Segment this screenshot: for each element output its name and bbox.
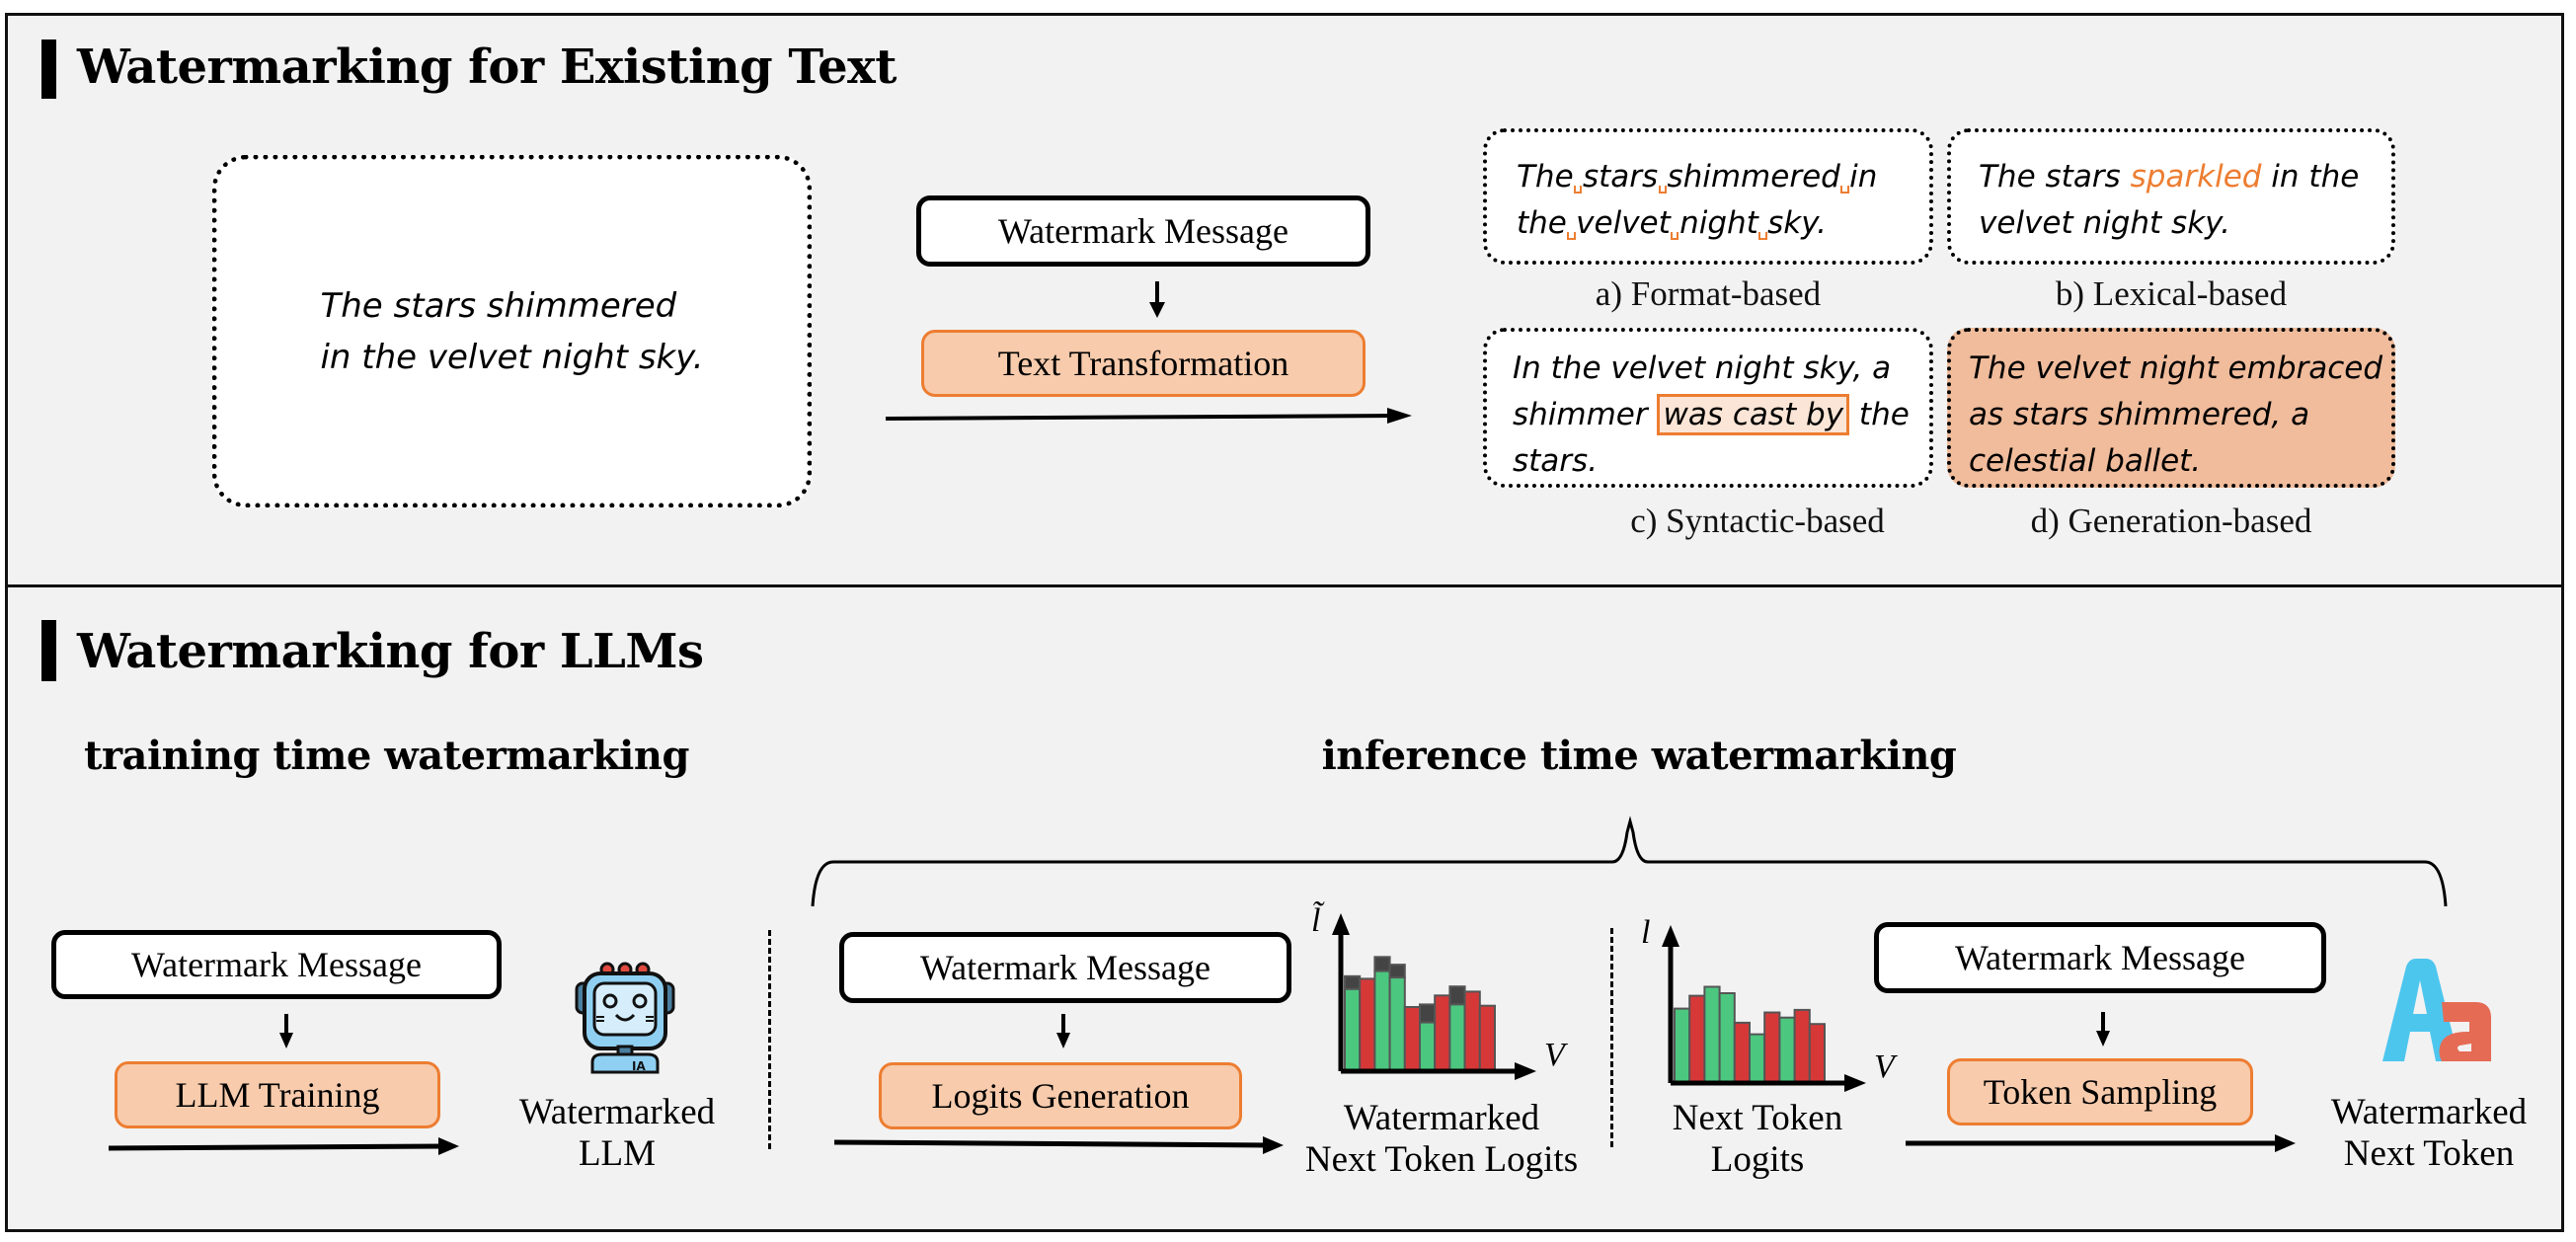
output-label-line: LLM	[578, 1133, 657, 1174]
logit-bar	[1434, 994, 1451, 1072]
curly-brace	[811, 815, 2448, 907]
logit-bias-cap	[1344, 974, 1362, 990]
logit-bar	[1419, 1021, 1437, 1072]
output-label-line: Next Token Logits	[1304, 1139, 1579, 1180]
logit-bar	[1688, 994, 1706, 1084]
logits-generation-box: Logits Generation	[879, 1062, 1242, 1129]
logit-bar	[1373, 970, 1391, 1072]
watermarked-logits-chart: l̃V	[1311, 900, 1569, 1080]
watermarked-logits-label: Watermarked Next Token Logits	[1274, 1098, 1609, 1181]
down-arrow-icon	[1056, 1014, 1070, 1048]
logit-bar	[1403, 1006, 1422, 1072]
logit-bar	[1388, 976, 1406, 1072]
y-axis-label: l	[1641, 914, 1650, 951]
logit-bias-cap	[1373, 956, 1391, 972]
logit-bar	[1359, 977, 1376, 1072]
right-arrow-icon	[833, 1136, 1284, 1154]
next-token-logits-label: Next Token Logits	[1619, 1098, 1896, 1181]
training-watermark-message-box: Watermark Message	[51, 930, 502, 999]
logit-bar	[1808, 1023, 1827, 1084]
logit-bar	[1448, 1003, 1466, 1072]
svg-text:IA: IA	[632, 1059, 646, 1073]
output-label-line: Next Token	[2343, 1133, 2515, 1174]
x-axis-label: V	[1544, 1037, 1569, 1073]
x-axis-label: V	[1874, 1048, 1899, 1085]
logit-bar	[1749, 1033, 1766, 1085]
watermarked-next-token-label: Watermarked Next Token	[2301, 1092, 2557, 1175]
right-arrow-icon	[1906, 1134, 2296, 1152]
sampling-watermark-message-box: Watermark Message	[1874, 922, 2326, 993]
diagram-lines	[108, 815, 2448, 1155]
y-axis-arrow-icon	[1332, 913, 1350, 935]
output-label-line: Watermarked	[1343, 1098, 1540, 1138]
next-token-logits-chart: lV	[1641, 914, 1899, 1092]
token-sampling-box: Token Sampling	[1947, 1058, 2253, 1126]
logit-bar	[1344, 987, 1362, 1072]
llm-training-box: LLM Training	[115, 1061, 440, 1128]
logit-bar	[1793, 1008, 1811, 1084]
logit-bar	[1478, 1004, 1497, 1072]
down-arrow-icon	[2096, 1012, 2110, 1047]
logit-bar	[1718, 992, 1736, 1084]
logit-bias-cap	[1419, 1003, 1437, 1024]
logit-bar	[1463, 990, 1481, 1072]
x-axis-arrow-icon	[1515, 1062, 1536, 1080]
font-aa-icon	[2382, 959, 2491, 1061]
logit-bar	[1778, 1016, 1796, 1084]
separator-dashed	[1610, 928, 1613, 1147]
output-label-line: Watermarked	[2330, 1092, 2528, 1132]
down-arrow-icon	[279, 1014, 293, 1048]
logit-bias-cap	[1448, 985, 1466, 1006]
separator-dashed	[768, 930, 771, 1149]
logit-bias-cap	[1388, 964, 1406, 979]
logit-bar	[1703, 985, 1721, 1084]
logits-watermark-message-box: Watermark Message	[839, 932, 1291, 1003]
robot-icon: IA	[575, 962, 675, 1074]
y-axis-arrow-icon	[1662, 925, 1679, 947]
right-arrow-icon	[108, 1137, 459, 1155]
logit-bar	[1674, 1007, 1691, 1084]
output-label-line: Next Token	[1672, 1098, 1843, 1138]
watermarked-llm-label: Watermarked LLM	[494, 1092, 741, 1175]
output-label-line: Watermarked	[518, 1092, 716, 1132]
output-label-line: Logits	[1710, 1139, 1805, 1180]
logit-bar	[1763, 1011, 1781, 1084]
logit-bar	[1733, 1021, 1752, 1084]
